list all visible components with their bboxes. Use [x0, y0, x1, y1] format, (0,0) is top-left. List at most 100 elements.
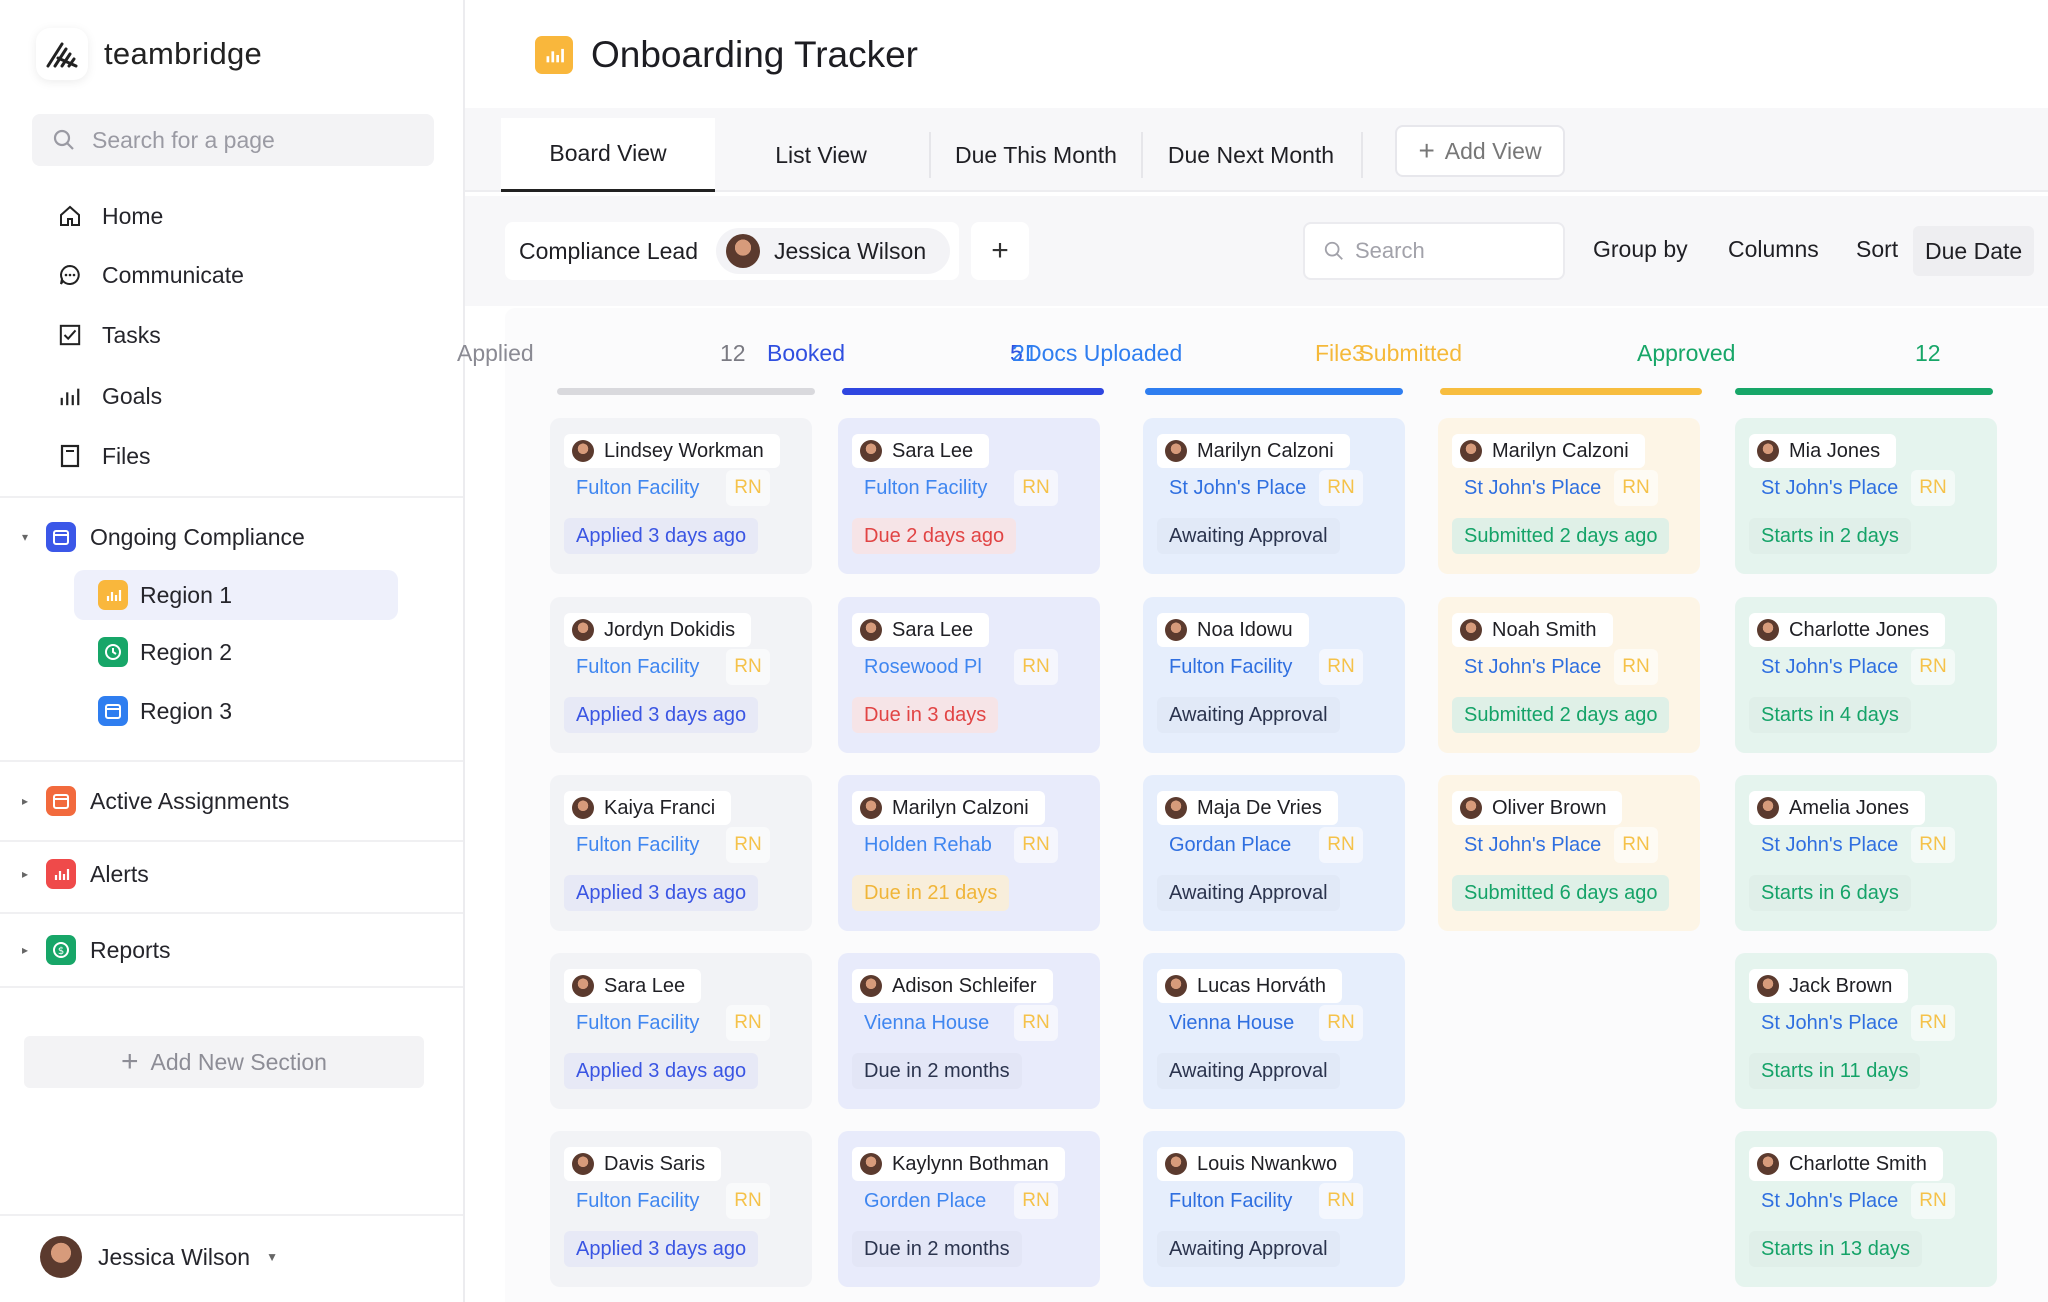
candidate-name-chip[interactable]: Lucas Horváth	[1157, 969, 1342, 1003]
sidebar-item-region-2[interactable]: Region 2	[74, 627, 398, 677]
tab-board-view[interactable]: Board View	[501, 118, 715, 192]
candidate-name-chip[interactable]: Amelia Jones	[1749, 791, 1926, 825]
add-new-section-button[interactable]: + Add New Section	[24, 1036, 424, 1088]
candidate-card[interactable]: Jordyn Dokidis Fulton Facility RN Applied 3…	[550, 597, 812, 753]
add-filter-button[interactable]: +	[971, 222, 1029, 280]
candidate-name-chip[interactable]: Jack Brown	[1749, 969, 1909, 1003]
candidate-card[interactable]: Jack Brown St John's Place RN Starts in 11 …	[1735, 953, 1997, 1109]
candidate-card[interactable]: Adison Schleifer Vienna House RN Due in 2 m…	[838, 953, 1100, 1109]
status-badge: Submitted 2 days ago	[1452, 697, 1670, 733]
candidate-name-chip[interactable]: Sara Lee	[564, 969, 702, 1003]
section-alerts[interactable]: ▸ Alerts	[18, 854, 149, 894]
candidate-name-chip[interactable]: Noa Idowu	[1157, 613, 1309, 647]
candidate-name-chip[interactable]: Marilyn Calzoni	[852, 791, 1045, 825]
section-label: Alerts	[90, 860, 149, 887]
avatar	[1165, 619, 1187, 641]
avatar	[40, 1236, 82, 1278]
candidate-card[interactable]: Lindsey Workman Fulton Facility RN Applied …	[550, 418, 812, 574]
nav-item-goals[interactable]: Goals	[56, 376, 162, 416]
candidate-name-chip[interactable]: Sara Lee	[852, 434, 990, 468]
sort-button[interactable]: Sort	[1856, 236, 1898, 263]
nav-item-home[interactable]: Home	[56, 196, 163, 236]
status-badge: Awaiting Approval	[1157, 875, 1340, 911]
role-badge: RN	[726, 1005, 770, 1041]
caret-right-icon[interactable]: ▸	[18, 794, 32, 808]
role-badge: RN	[1319, 827, 1363, 863]
candidate-name-chip[interactable]: Mia Jones	[1749, 434, 1897, 468]
tab-due-this-month[interactable]: Due This Month	[931, 118, 1141, 192]
column-title: Docs Uploaded	[1025, 340, 1183, 366]
candidate-name-chip[interactable]: Oliver Brown	[1452, 791, 1623, 825]
section-reports[interactable]: ▸ $ Reports	[18, 930, 171, 970]
logo[interactable]: teambridge	[36, 28, 262, 80]
candidate-name: Sara Lee	[604, 974, 686, 997]
candidate-card[interactable]: Noah Smith St John's Place RN Submitted 2 d…	[1438, 597, 1700, 753]
sidebar-item-region-3[interactable]: Region 3	[74, 686, 398, 736]
candidate-name-chip[interactable]: Noah Smith	[1452, 613, 1613, 647]
candidate-card[interactable]: Charlotte Jones St John's Place RN Starts i…	[1735, 597, 1997, 753]
board-search-input[interactable]: Search	[1303, 222, 1565, 280]
add-view-button[interactable]: + Add View	[1395, 125, 1565, 177]
caret-right-icon[interactable]: ▸	[18, 943, 32, 957]
candidate-card[interactable]: Louis Nwankwo Fulton Facility RN Awaiting A…	[1143, 1131, 1405, 1287]
tab-list-view[interactable]: List View	[715, 118, 927, 192]
nav-item-tasks[interactable]: Tasks	[56, 315, 161, 355]
nav-item-files[interactable]: Files	[56, 436, 151, 476]
user-menu[interactable]: Jessica Wilson ▼	[40, 1236, 278, 1278]
candidate-name-chip[interactable]: Kaylynn Bothman	[852, 1147, 1065, 1181]
bar-chart-icon	[56, 382, 84, 410]
filter-compliance-lead[interactable]: Compliance Lead Jessica Wilson	[505, 222, 959, 280]
candidate-card[interactable]: Lucas Horváth Vienna House RN Awaiting Appr…	[1143, 953, 1405, 1109]
group-by-button[interactable]: Group by	[1593, 236, 1688, 263]
candidate-card[interactable]: Sara Lee Rosewood Pl RN Due in 3 days	[838, 597, 1100, 753]
plus-icon: +	[991, 234, 1009, 267]
candidate-card[interactable]: Mia Jones St John's Place RN Starts in 2 da…	[1735, 418, 1997, 574]
candidate-name-chip[interactable]: Sara Lee	[852, 613, 990, 647]
candidate-name-chip[interactable]: Charlotte Jones	[1749, 613, 1946, 647]
status-badge: Awaiting Approval	[1157, 697, 1340, 733]
caret-right-icon[interactable]: ▸	[18, 867, 32, 881]
candidate-name: Oliver Brown	[1492, 796, 1607, 819]
section-active-assignments[interactable]: ▸ Active Assignments	[18, 781, 289, 821]
tab-due-next-month[interactable]: Due Next Month	[1143, 118, 1359, 192]
columns-button[interactable]: Columns	[1728, 236, 1819, 263]
sidebar-item-region-1[interactable]: Region 1	[74, 570, 398, 620]
candidate-card[interactable]: Amelia Jones St John's Place RN Starts in 6…	[1735, 775, 1997, 931]
column-progress-bar	[557, 388, 815, 395]
candidate-card[interactable]: Noa Idowu Fulton Facility RN Awaiting Appro…	[1143, 597, 1405, 753]
status-badge: Submitted 2 days ago	[1452, 518, 1670, 554]
candidate-card[interactable]: Marilyn Calzoni St John's Place RN Submitte…	[1438, 418, 1700, 574]
section-label: Reports	[90, 936, 171, 963]
candidate-card[interactable]: Marilyn Calzoni St John's Place RN Awaiting…	[1143, 418, 1405, 574]
role-badge: RN	[1319, 1183, 1363, 1219]
candidate-card[interactable]: Sara Lee Fulton Facility RN Applied 3 days …	[550, 953, 812, 1109]
candidate-name-chip[interactable]: Lindsey Workman	[564, 434, 780, 468]
candidate-name-chip[interactable]: Marilyn Calzoni	[1452, 434, 1645, 468]
candidate-name-chip[interactable]: Marilyn Calzoni	[1157, 434, 1350, 468]
candidate-card[interactable]: Kaiya Franci Fulton Facility RN Applied 3 d…	[550, 775, 812, 931]
sort-value-chip[interactable]: Due Date	[1913, 226, 2035, 276]
candidate-name-chip[interactable]: Charlotte Smith	[1749, 1147, 1943, 1181]
nav-item-communicate[interactable]: Communicate	[56, 255, 244, 295]
candidate-card[interactable]: Charlotte Smith St John's Place RN Starts i…	[1735, 1131, 1997, 1287]
candidate-name-chip[interactable]: Adison Schleifer	[852, 969, 1053, 1003]
candidate-card[interactable]: Marilyn Calzoni Holden Rehab RN Due in 21 d…	[838, 775, 1100, 931]
calendar-icon	[46, 786, 76, 816]
candidate-card[interactable]: Davis Saris Fulton Facility RN Applied 3 da…	[550, 1131, 812, 1287]
caret-down-icon[interactable]: ▾	[18, 530, 32, 544]
candidate-name-chip[interactable]: Davis Saris	[564, 1147, 722, 1181]
candidate-name-chip[interactable]: Jordyn Dokidis	[564, 613, 752, 647]
page-search-input[interactable]: Search for a page	[32, 114, 434, 166]
candidate-card[interactable]: Sara Lee Fulton Facility RN Due 2 days ago	[838, 418, 1100, 574]
section-ongoing-compliance[interactable]: ▾ Ongoing Compliance	[18, 517, 305, 557]
filter-value-chip[interactable]: Jessica Wilson	[716, 228, 951, 274]
candidate-card[interactable]: Kaylynn Bothman Gorden Place RN Due in 2 mo…	[838, 1131, 1100, 1287]
status-badge: Applied 3 days ago	[564, 875, 759, 911]
candidate-name-chip[interactable]: Maja De Vries	[1157, 791, 1338, 825]
candidate-card[interactable]: Oliver Brown St John's Place RN Submitted 6…	[1438, 775, 1700, 931]
candidate-name-chip[interactable]: Louis Nwankwo	[1157, 1147, 1354, 1181]
teambridge-logo-icon	[36, 28, 88, 80]
candidate-name-chip[interactable]: Kaiya Franci	[564, 791, 732, 825]
candidate-card[interactable]: Maja De Vries Gordan Place RN Awaiting Appr…	[1143, 775, 1405, 931]
facility-tag: Fulton Facility	[864, 476, 988, 499]
